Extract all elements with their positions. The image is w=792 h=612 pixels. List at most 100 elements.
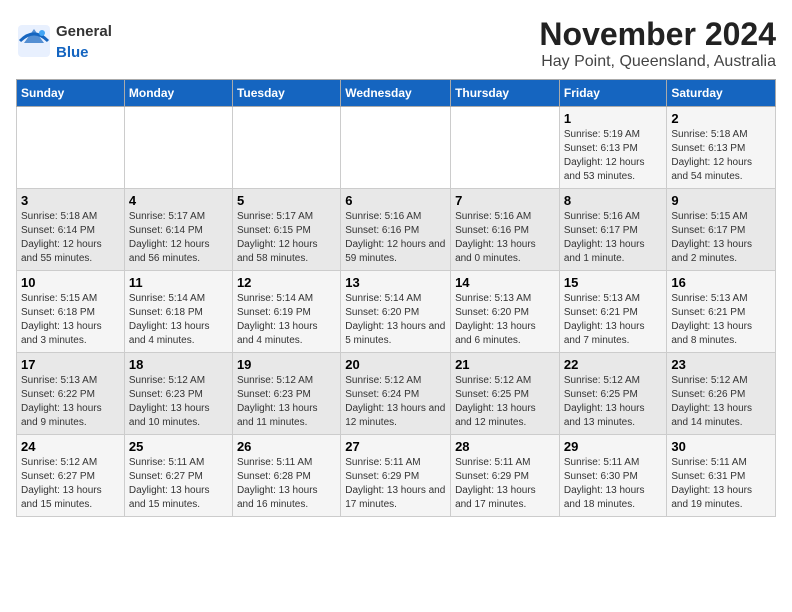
day-number: 19: [237, 357, 336, 372]
calendar-cell: [232, 107, 340, 189]
calendar-cell: 11 Sunrise: 5:14 AM Sunset: 6:18 PM Dayli…: [124, 271, 232, 353]
calendar-week-3: 10 Sunrise: 5:15 AM Sunset: 6:18 PM Dayli…: [17, 271, 776, 353]
day-number: 3: [21, 193, 120, 208]
calendar-cell: 13 Sunrise: 5:14 AM Sunset: 6:20 PM Dayli…: [341, 271, 451, 353]
calendar-cell: 28 Sunrise: 5:11 AM Sunset: 6:29 PM Dayli…: [451, 435, 560, 517]
day-info: Sunrise: 5:17 AM Sunset: 6:15 PM Dayligh…: [237, 210, 336, 266]
calendar-header-row: SundayMondayTuesdayWednesdayThursdayFrid…: [17, 80, 776, 107]
day-number: 26: [237, 439, 336, 454]
day-number: 18: [129, 357, 228, 372]
day-info: Sunrise: 5:12 AM Sunset: 6:23 PM Dayligh…: [237, 374, 336, 430]
calendar-cell: 8Sunrise: 5:16 AM Sunset: 6:17 PM Daylig…: [559, 189, 667, 271]
day-info: Sunrise: 5:11 AM Sunset: 6:30 PM Dayligh…: [564, 456, 663, 512]
day-info: Sunrise: 5:16 AM Sunset: 6:16 PM Dayligh…: [455, 210, 555, 266]
day-number: 30: [671, 439, 771, 454]
day-number: 11: [129, 275, 228, 290]
calendar-cell: 2Sunrise: 5:18 AM Sunset: 6:13 PM Daylig…: [667, 107, 776, 189]
calendar-cell: 19 Sunrise: 5:12 AM Sunset: 6:23 PM Dayli…: [232, 353, 340, 435]
calendar-week-4: 17 Sunrise: 5:13 AM Sunset: 6:22 PM Dayli…: [17, 353, 776, 435]
day-number: 15: [564, 275, 663, 290]
calendar-cell: 30 Sunrise: 5:11 AM Sunset: 6:31 PM Dayli…: [667, 435, 776, 517]
calendar-cell: 14 Sunrise: 5:13 AM Sunset: 6:20 PM Dayli…: [451, 271, 560, 353]
col-header-wednesday: Wednesday: [341, 80, 451, 107]
calendar-cell: 21 Sunrise: 5:12 AM Sunset: 6:25 PM Dayli…: [451, 353, 560, 435]
calendar-cell: 18 Sunrise: 5:12 AM Sunset: 6:23 PM Dayli…: [124, 353, 232, 435]
day-number: 27: [345, 439, 446, 454]
day-info: Sunrise: 5:16 AM Sunset: 6:17 PM Dayligh…: [564, 210, 663, 266]
col-header-friday: Friday: [559, 80, 667, 107]
calendar-week-5: 24 Sunrise: 5:12 AM Sunset: 6:27 PM Dayli…: [17, 435, 776, 517]
day-info: Sunrise: 5:12 AM Sunset: 6:25 PM Dayligh…: [564, 374, 663, 430]
calendar-cell: [341, 107, 451, 189]
calendar-title: November 2024: [539, 16, 776, 53]
logo-text-blue: Blue: [56, 44, 89, 61]
calendar-cell: 10 Sunrise: 5:15 AM Sunset: 6:18 PM Dayli…: [17, 271, 125, 353]
calendar-cell: 7 Sunrise: 5:16 AM Sunset: 6:16 PM Daylig…: [451, 189, 560, 271]
day-info: Sunrise: 5:12 AM Sunset: 6:26 PM Dayligh…: [671, 374, 771, 430]
calendar-cell: 24 Sunrise: 5:12 AM Sunset: 6:27 PM Dayli…: [17, 435, 125, 517]
calendar-cell: 12 Sunrise: 5:14 AM Sunset: 6:19 PM Dayli…: [232, 271, 340, 353]
day-info: Sunrise: 5:18 AM Sunset: 6:14 PM Dayligh…: [21, 210, 120, 266]
calendar-cell: 5 Sunrise: 5:17 AM Sunset: 6:15 PM Daylig…: [232, 189, 340, 271]
day-number: 21: [455, 357, 555, 372]
page-header: General Blue November 2024 Hay Point, Qu…: [16, 16, 776, 71]
day-number: 13: [345, 275, 446, 290]
calendar-cell: 29Sunrise: 5:11 AM Sunset: 6:30 PM Dayli…: [559, 435, 667, 517]
day-info: Sunrise: 5:14 AM Sunset: 6:20 PM Dayligh…: [345, 292, 446, 348]
calendar-cell: 26 Sunrise: 5:11 AM Sunset: 6:28 PM Dayli…: [232, 435, 340, 517]
day-info: Sunrise: 5:14 AM Sunset: 6:18 PM Dayligh…: [129, 292, 228, 348]
col-header-tuesday: Tuesday: [232, 80, 340, 107]
calendar-week-1: 1 Sunrise: 5:19 AM Sunset: 6:13 PM Daylig…: [17, 107, 776, 189]
day-info: Sunrise: 5:13 AM Sunset: 6:22 PM Dayligh…: [21, 374, 120, 430]
day-number: 22: [564, 357, 663, 372]
logo-icon: [16, 23, 52, 59]
day-number: 4: [129, 193, 228, 208]
day-number: 1: [564, 111, 663, 126]
day-info: Sunrise: 5:11 AM Sunset: 6:31 PM Dayligh…: [671, 456, 771, 512]
day-number: 14: [455, 275, 555, 290]
title-block: November 2024 Hay Point, Queensland, Aus…: [539, 16, 776, 71]
day-info: Sunrise: 5:17 AM Sunset: 6:14 PM Dayligh…: [129, 210, 228, 266]
day-number: 2: [671, 111, 771, 126]
day-number: 20: [345, 357, 446, 372]
day-info: Sunrise: 5:13 AM Sunset: 6:20 PM Dayligh…: [455, 292, 555, 348]
day-info: Sunrise: 5:11 AM Sunset: 6:29 PM Dayligh…: [345, 456, 446, 512]
day-number: 9: [671, 193, 771, 208]
day-info: Sunrise: 5:19 AM Sunset: 6:13 PM Dayligh…: [564, 128, 663, 184]
day-number: 17: [21, 357, 120, 372]
day-number: 24: [21, 439, 120, 454]
day-number: 6: [345, 193, 446, 208]
calendar-week-2: 3 Sunrise: 5:18 AM Sunset: 6:14 PM Daylig…: [17, 189, 776, 271]
day-number: 12: [237, 275, 336, 290]
day-info: Sunrise: 5:13 AM Sunset: 6:21 PM Dayligh…: [564, 292, 663, 348]
calendar-cell: 20 Sunrise: 5:12 AM Sunset: 6:24 PM Dayli…: [341, 353, 451, 435]
day-info: Sunrise: 5:12 AM Sunset: 6:25 PM Dayligh…: [455, 374, 555, 430]
calendar-cell: [17, 107, 125, 189]
day-number: 7: [455, 193, 555, 208]
day-info: Sunrise: 5:11 AM Sunset: 6:29 PM Dayligh…: [455, 456, 555, 512]
col-header-saturday: Saturday: [667, 80, 776, 107]
calendar-cell: [451, 107, 560, 189]
day-number: 25: [129, 439, 228, 454]
calendar-cell: 1 Sunrise: 5:19 AM Sunset: 6:13 PM Daylig…: [559, 107, 667, 189]
calendar-cell: 9Sunrise: 5:15 AM Sunset: 6:17 PM Daylig…: [667, 189, 776, 271]
col-header-monday: Monday: [124, 80, 232, 107]
day-number: 28: [455, 439, 555, 454]
day-info: Sunrise: 5:15 AM Sunset: 6:18 PM Dayligh…: [21, 292, 120, 348]
calendar-cell: 4 Sunrise: 5:17 AM Sunset: 6:14 PM Daylig…: [124, 189, 232, 271]
logo: General Blue: [16, 20, 112, 62]
calendar-cell: 22 Sunrise: 5:12 AM Sunset: 6:25 PM Dayli…: [559, 353, 667, 435]
day-info: Sunrise: 5:12 AM Sunset: 6:24 PM Dayligh…: [345, 374, 446, 430]
day-info: Sunrise: 5:11 AM Sunset: 6:27 PM Dayligh…: [129, 456, 228, 512]
day-info: Sunrise: 5:11 AM Sunset: 6:28 PM Dayligh…: [237, 456, 336, 512]
calendar-cell: 17 Sunrise: 5:13 AM Sunset: 6:22 PM Dayli…: [17, 353, 125, 435]
day-info: Sunrise: 5:14 AM Sunset: 6:19 PM Dayligh…: [237, 292, 336, 348]
day-info: Sunrise: 5:12 AM Sunset: 6:23 PM Dayligh…: [129, 374, 228, 430]
day-info: Sunrise: 5:16 AM Sunset: 6:16 PM Dayligh…: [345, 210, 446, 266]
day-number: 5: [237, 193, 336, 208]
day-number: 10: [21, 275, 120, 290]
day-info: Sunrise: 5:12 AM Sunset: 6:27 PM Dayligh…: [21, 456, 120, 512]
calendar-cell: 27 Sunrise: 5:11 AM Sunset: 6:29 PM Dayli…: [341, 435, 451, 517]
calendar-cell: 25 Sunrise: 5:11 AM Sunset: 6:27 PM Dayli…: [124, 435, 232, 517]
col-header-sunday: Sunday: [17, 80, 125, 107]
